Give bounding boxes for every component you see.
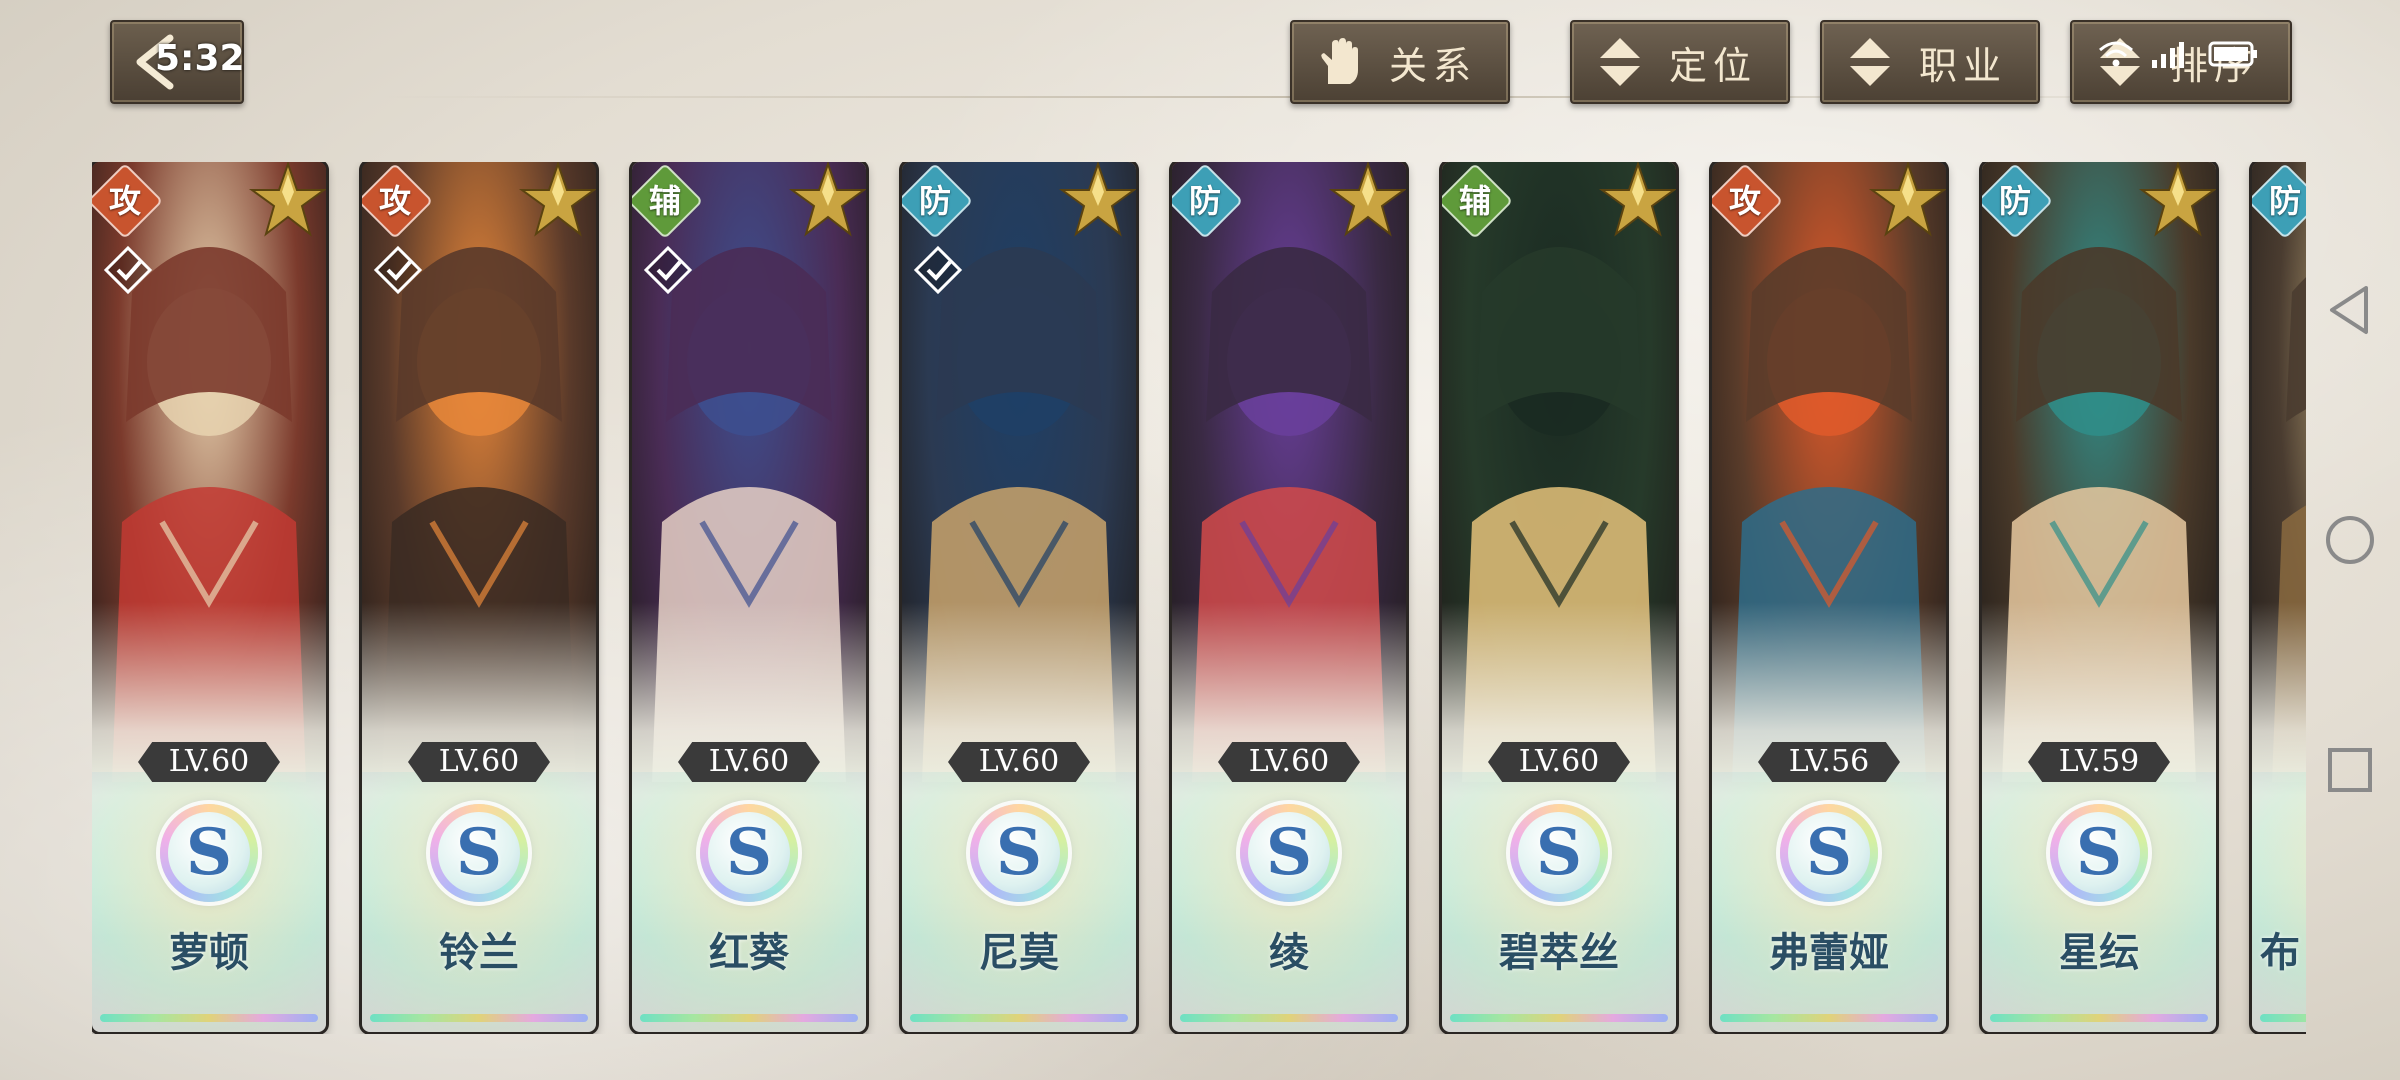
role-label: 防 [1188,182,1221,220]
rarity-bar [1180,1014,1398,1022]
character-list[interactable]: 攻 LV.60 S 萝顿 攻 LV.60 S 铃兰 辅 LV.60 S 红葵 防… [92,162,2306,1034]
character-card[interactable]: 攻 LV.56 S 弗蕾娅 [1712,162,1946,1032]
rarity-bar [100,1014,318,1022]
role-label: 防 [1998,182,2031,220]
grade-s-icon: S [1780,804,1878,902]
role-label: 防 [918,182,951,220]
nav-recents-icon[interactable] [2320,740,2380,800]
character-card[interactable]: 防 LV.60 S 绫 [1172,162,1406,1032]
role-label: 辅 [1458,182,1491,220]
check-badge-icon [372,244,424,300]
character-card[interactable]: 防 LV.59 S 星纭 [1982,162,2216,1032]
check-badge-icon [642,244,694,300]
filter-class-label: 职业 [1918,43,2007,88]
star-icon [788,162,866,244]
grade-label: S [168,812,250,894]
character-card[interactable]: 辅 LV.60 S 碧萃丝 [1442,162,1676,1032]
filter-position-button[interactable]: 定位 [1570,20,1790,104]
character-card[interactable]: 攻 LV.60 S 铃兰 [362,162,596,1032]
sort-arrows-icon [1840,32,1900,92]
grade-label: S [708,812,790,894]
character-name: 铃兰 [439,929,519,976]
rarity-bar [2260,1014,2306,1022]
character-name: 萝顿 [169,929,249,976]
level-badge: LV.60 [1488,742,1630,782]
nav-home-icon[interactable] [2320,510,2380,570]
star-icon [1598,162,1676,244]
status-time: 5:32 [155,38,245,79]
star-icon [1058,162,1136,244]
grade-s-icon: S [970,804,1068,902]
grade-s-icon: S [700,804,798,902]
role-label: 攻 [1728,182,1761,220]
level-badge: LV.60 [1218,742,1360,782]
grade-label: S [438,812,520,894]
character-name: 布 [2260,929,2300,976]
role-label: 攻 [378,182,411,220]
hand-icon [1310,32,1370,92]
rarity-bar [1450,1014,1668,1022]
star-icon [2138,162,2216,244]
character-name: 尼莫 [979,929,1059,976]
character-card[interactable]: 攻 LV.60 S 萝顿 [92,162,326,1032]
character-name: 红葵 [709,929,789,976]
star-icon [518,162,596,244]
character-name: 碧萃丝 [1499,929,1619,976]
character-name: 星纭 [2059,929,2139,976]
grade-label: S [1518,812,1600,894]
rarity-bar [1990,1014,2208,1022]
card-rainbow-glow [2252,772,2306,1032]
level-badge: LV.60 [408,742,550,782]
wifi-icon [2099,41,2133,67]
level-badge: LV.60 [678,742,820,782]
star-icon [1868,162,1946,244]
filter-relation-button[interactable]: 关系 [1290,20,1510,104]
level-badge: LV.60 [948,742,1090,782]
star-icon [248,162,326,244]
star-icon [1328,162,1406,244]
battery-icon [2208,41,2257,67]
signal-icon [2152,42,2184,68]
grade-s-icon: S [160,804,258,902]
grade-label: S [1248,812,1330,894]
grade-s-icon: S [1240,804,1338,902]
role-label: 攻 [108,182,141,220]
level-badge: LV.59 [2028,742,2170,782]
grade-s-icon: S [1510,804,1608,902]
status-icons [2096,38,2260,70]
character-name: 绫 [1269,929,1309,976]
grade-label: S [978,812,1060,894]
sort-arrows-icon [1590,32,1650,92]
grade-label: S [2058,812,2140,894]
filter-class-button[interactable]: 职业 [1820,20,2040,104]
rarity-bar [1720,1014,1938,1022]
filter-position-label: 定位 [1668,43,1757,88]
character-card[interactable]: 防 布 [2252,162,2306,1032]
character-name: 弗蕾娅 [1769,929,1889,976]
check-badge-icon [102,244,154,300]
role-label: 防 [2268,182,2301,220]
role-label: 辅 [648,182,681,220]
grade-label: S [1788,812,1870,894]
character-card[interactable]: 辅 LV.60 S 红葵 [632,162,866,1032]
character-card[interactable]: 防 LV.60 S 尼莫 [902,162,1136,1032]
level-badge: LV.60 [138,742,280,782]
rarity-bar [370,1014,588,1022]
grade-s-icon: S [2050,804,2148,902]
rarity-bar [910,1014,1128,1022]
filter-relation-label: 关系 [1388,43,1477,88]
rarity-bar [640,1014,858,1022]
level-badge: LV.56 [1758,742,1900,782]
nav-back-icon[interactable] [2320,280,2380,340]
system-navigation [2300,250,2400,810]
check-badge-icon [912,244,964,300]
grade-s-icon: S [430,804,528,902]
